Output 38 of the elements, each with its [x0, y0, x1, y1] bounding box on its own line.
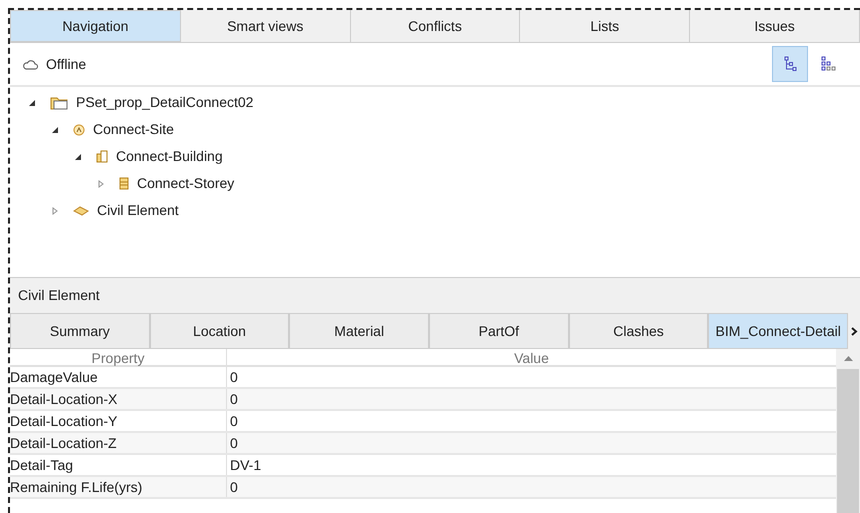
tab[interactable]: Location: [150, 313, 290, 349]
tab[interactable]: PartOf: [429, 313, 569, 349]
table-cell-text: 0: [229, 390, 239, 409]
tab[interactable]: Material: [289, 313, 430, 349]
tab[interactable]: Navigation: [10, 10, 181, 42]
circle-icon: [73, 124, 85, 136]
tree-item[interactable]: Connect-Building: [116, 146, 223, 167]
scroll-up-icon[interactable]: [844, 355, 852, 361]
tab[interactable]: BIM_Connect-Detail: [708, 313, 848, 349]
scrollbar[interactable]: [836, 349, 860, 513]
tree-item[interactable]: Civil Element: [97, 200, 179, 221]
status-label: Offline: [46, 54, 86, 74]
column-header: Value: [513, 349, 550, 365]
storey-icon: [119, 177, 129, 190]
tree-view-icon: [782, 56, 798, 72]
table-cell-text: DV-1: [229, 456, 262, 475]
view-toggle-button[interactable]: [772, 46, 808, 82]
table-cell-text: 0: [229, 434, 239, 453]
cloud-icon: [22, 58, 38, 70]
table-cell-text: 0: [229, 478, 239, 497]
tree-item[interactable]: Connect-Storey: [137, 173, 234, 194]
element-icon: [73, 206, 89, 216]
tab[interactable]: Summary: [10, 313, 150, 349]
table-cell: Detail-Location-Y: [10, 411, 227, 431]
table-cell-text: 0: [229, 368, 239, 387]
table-cell-text: 0: [229, 412, 239, 431]
table-cell: Remaining F.Life(yrs): [10, 477, 227, 497]
table-cell: Detail-Location-X: [10, 389, 227, 409]
tree-item[interactable]: PSet_prop_DetailConnect02: [76, 92, 254, 113]
table-cell: Detail-Tag: [10, 455, 227, 475]
panel-title: Civil Element: [18, 286, 100, 305]
tab[interactable]: Clashes: [568, 313, 708, 349]
table-cell: Detail-Location-Z: [10, 433, 227, 453]
column-header: Property: [10, 349, 227, 365]
table-cell: DamageValue: [10, 367, 227, 387]
folder-icon: [50, 96, 68, 110]
building-icon: [96, 150, 108, 163]
tree-item[interactable]: Connect-Site: [93, 119, 174, 140]
